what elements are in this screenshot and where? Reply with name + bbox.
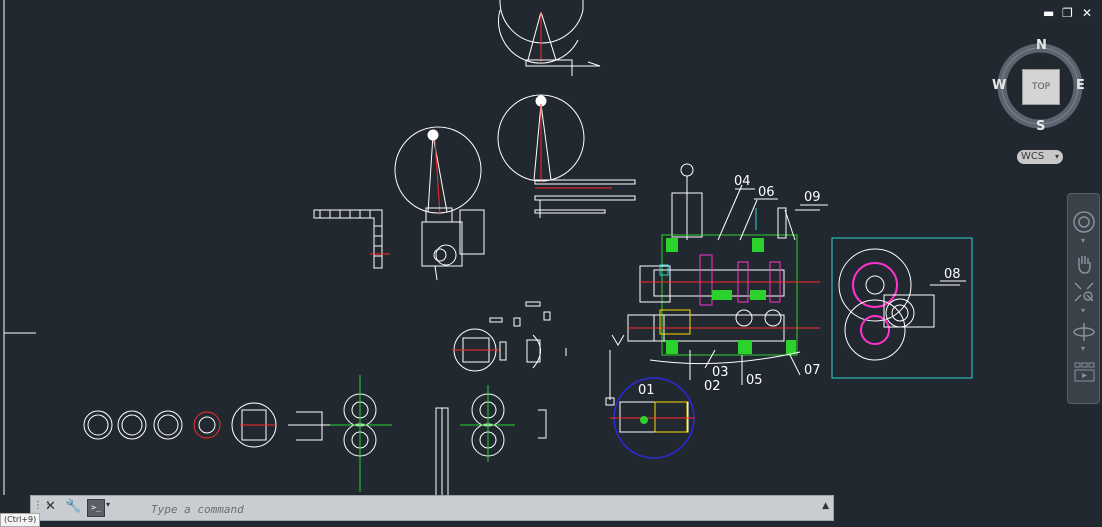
pendulum-assembly-left xyxy=(394,126,485,281)
part-label-01: 01 xyxy=(638,383,655,398)
drawing-canvas[interactable] xyxy=(0,0,1102,522)
close-button[interactable]: ✕ xyxy=(1082,6,1092,20)
command-line[interactable]: ⋮⋮ ✕ 🔧 >_ ▾ ▲ xyxy=(30,495,834,521)
chevron-down-icon[interactable]: ▾ xyxy=(106,500,110,509)
compass-south[interactable]: S xyxy=(1036,119,1045,134)
wcs-label: WCS xyxy=(1021,151,1045,162)
star-gear-right xyxy=(460,385,515,462)
viewcube[interactable]: N S E W TOP xyxy=(992,38,1086,134)
showmotion-icon[interactable] xyxy=(1072,360,1096,384)
part-label-06: 06 xyxy=(758,185,775,200)
pan-hand-icon[interactable] xyxy=(1072,252,1096,276)
wcs-menu[interactable]: WCS ▾ xyxy=(1017,150,1063,164)
compass-east[interactable]: E xyxy=(1076,78,1085,93)
chevron-down-icon: ▾ xyxy=(1081,306,1086,315)
viewcube-top-face[interactable]: TOP xyxy=(1022,69,1060,105)
pendulum-assembly-top xyxy=(498,0,601,76)
orbit-icon[interactable] xyxy=(1072,320,1096,344)
bearing-detail xyxy=(452,301,567,372)
part-label-07: 07 xyxy=(804,363,821,378)
chevron-up-icon[interactable]: ▲ xyxy=(822,501,829,511)
wrench-icon[interactable]: 🔧 xyxy=(65,499,81,514)
l-bracket-section xyxy=(313,209,390,269)
part-label-03: 03 xyxy=(712,365,729,380)
navigation-bar[interactable]: ▾ ▾ ▾ xyxy=(1067,193,1100,404)
rack-strip xyxy=(435,407,449,499)
chevron-down-icon: ▾ xyxy=(1054,152,1059,161)
part-label-08: 08 xyxy=(944,267,961,282)
star-gear-left xyxy=(330,375,392,492)
part-label-05: 05 xyxy=(746,373,763,388)
steering-wheel-icon[interactable] xyxy=(1072,210,1096,234)
minimize-button[interactable]: ▬ xyxy=(1043,6,1054,20)
part-label-02: 02 xyxy=(704,379,721,394)
close-icon[interactable]: ✕ xyxy=(45,499,56,514)
bracket-outline xyxy=(538,409,547,439)
pendulum-assembly-middle xyxy=(497,94,636,218)
gear-mesh-view xyxy=(831,237,973,379)
tooltip: (Ctrl+9) xyxy=(0,513,41,527)
gearbox-assembly xyxy=(627,163,820,385)
command-prompt-icon[interactable]: >_ xyxy=(87,499,105,517)
restore-button[interactable]: ❐ xyxy=(1062,6,1073,20)
chevron-down-icon: ▾ xyxy=(1081,236,1086,245)
zoom-extents-icon[interactable] xyxy=(1072,280,1096,304)
ring-gear-row xyxy=(83,402,330,448)
part-label-04: 04 xyxy=(734,174,751,189)
chevron-down-icon: ▾ xyxy=(1081,344,1086,353)
command-input[interactable] xyxy=(149,499,833,519)
compass-west[interactable]: W xyxy=(992,78,1006,93)
compass-north[interactable]: N xyxy=(1036,38,1047,53)
part-label-09: 09 xyxy=(804,190,821,205)
